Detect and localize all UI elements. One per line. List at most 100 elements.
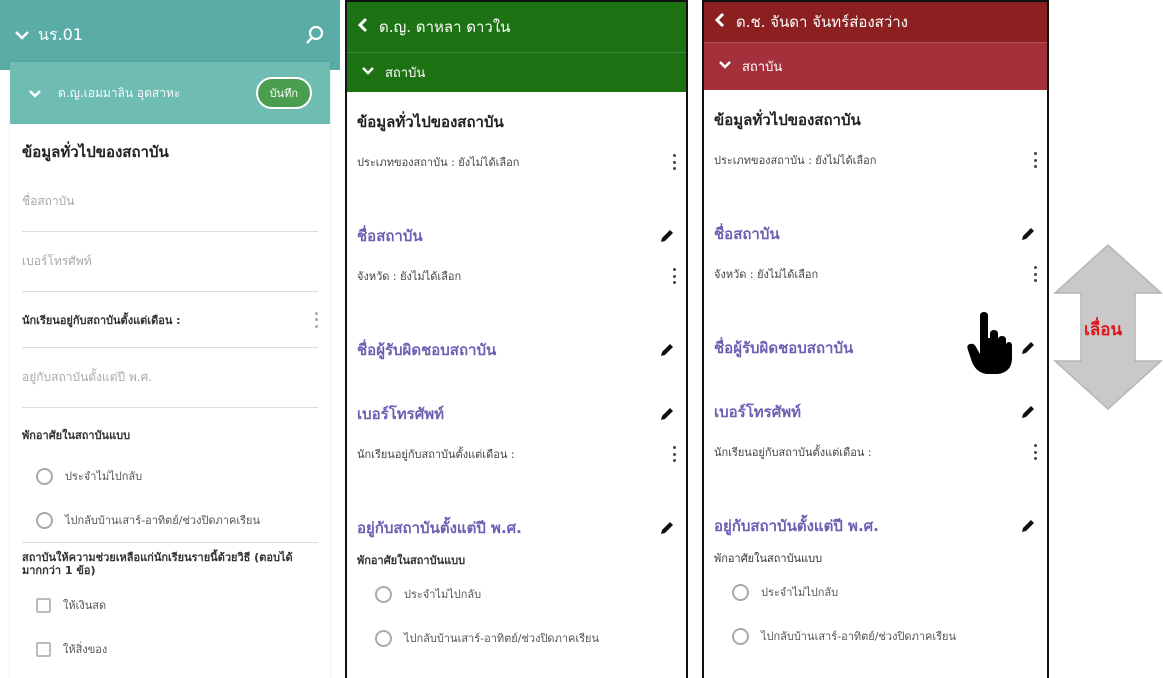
section-subheader[interactable]: สถาบัน <box>347 52 686 92</box>
institution-name-field[interactable]: ชื่อสถาบัน <box>22 172 318 232</box>
app-header: ด.ช. จันดา จันทร์ส่องสว่าง <box>704 2 1047 42</box>
app-header: ด.ญ. ดาหลา ดาวใน <box>347 2 686 52</box>
radio-icon[interactable] <box>375 629 392 647</box>
support-label: สถาบันให้ความช่วยเหลือแก่นักเรียนรายนี้ด… <box>22 542 318 583</box>
boarding-option-label: ประจำไม่ไปกลับ <box>761 586 839 599</box>
back-arrow-icon[interactable] <box>714 12 726 32</box>
institution-type-label: ประเภทของสถาบัน : ยังไม่ได้เลือก <box>714 154 877 167</box>
boarding-option-label: ไปกลับบ้านเสาร์-อาทิตย์/ช่วงปิดภาคเรียน <box>65 514 260 527</box>
support-option-1[interactable]: ให้เงินสด <box>22 583 318 627</box>
checkbox-icon[interactable] <box>36 641 51 657</box>
screen-2: ด.ญ. ดาหลา ดาวใน สถาบัน ข้อมูลทั่วไปของส… <box>345 0 688 678</box>
stay-year-label: อยู่กับสถาบันตั้งแต่ปี พ.ศ. <box>714 517 879 535</box>
edit-pencil-icon[interactable] <box>658 405 676 423</box>
institution-type-label: ประเภทของสถาบัน : ยังไม่ได้เลือก <box>357 156 520 169</box>
more-options-icon[interactable] <box>672 446 676 462</box>
header-title: นร.01 <box>38 24 83 44</box>
boarding-label: พักอาศัยในสถาบันแบบ <box>22 429 131 442</box>
more-options-icon[interactable] <box>1033 152 1037 168</box>
section-title: ข้อมูลทั่วไปของสถาบัน <box>714 111 861 129</box>
phone-field[interactable]: เบอร์โทรศัพท์ <box>22 232 318 292</box>
subheader-title: สถาบัน <box>385 66 426 81</box>
section-title: ข้อมูลทั่วไปของสถาบัน <box>22 143 169 161</box>
header-title: ด.ญ. ดาหลา ดาวใน <box>379 18 511 36</box>
screen-1: นร.01 ด.ญ.เอมมาลิน อุตสาหะ บันทึก ข้อมูล… <box>0 0 340 678</box>
radio-icon[interactable] <box>732 627 749 645</box>
boarding-option-1[interactable]: ประจำไม่ไปกลับ <box>714 570 1037 614</box>
more-options-icon[interactable] <box>672 154 676 170</box>
boarding-option-2[interactable]: ไปกลับบ้านเสาร์-อาทิตย์/ช่วงปิดภาคเรียน <box>357 616 676 660</box>
radio-icon[interactable] <box>36 511 53 529</box>
search-icon[interactable] <box>304 24 326 46</box>
province-label: จังหวัด : ยังไม่ได้เลือก <box>714 268 819 281</box>
back-arrow-icon[interactable] <box>357 17 369 37</box>
radio-icon[interactable] <box>375 585 392 603</box>
student-subheader: ด.ญ.เอมมาลิน อุตสาหะ บันทึก <box>10 62 330 124</box>
edit-pencil-icon[interactable] <box>1019 339 1037 357</box>
edit-pencil-icon[interactable] <box>658 227 676 245</box>
save-button[interactable]: บันทึก <box>255 77 312 109</box>
support-option-2[interactable]: ให้สิ่งของ <box>22 627 318 671</box>
phone-label: เบอร์โทรศัพท์ <box>357 405 445 423</box>
edit-pencil-icon[interactable] <box>1019 517 1037 535</box>
boarding-option-2[interactable]: ไปกลับบ้านเสาร์-อาทิตย์/ช่วงปิดภาคเรียน <box>714 614 1037 658</box>
header-title: ด.ช. จันดา จันทร์ส่องสว่าง <box>736 13 909 31</box>
institution-name-label: ชื่อสถาบัน <box>357 227 423 245</box>
radio-icon[interactable] <box>732 583 749 601</box>
institution-name-row[interactable]: ชื่อสถาบัน <box>714 214 1037 254</box>
boarding-option-label: ประจำไม่ไปกลับ <box>65 470 143 483</box>
stay-year-label: อยู่กับสถาบันตั้งแต่ปี พ.ศ. <box>357 519 522 537</box>
province-row[interactable]: จังหวัด : ยังไม่ได้เลือก <box>357 256 676 296</box>
stay-month-label: นักเรียนอยู่กับสถาบันตั้งแต่เดือน : <box>714 446 872 459</box>
stay-month-row[interactable]: นักเรียนอยู่กับสถาบันตั้งแต่เดือน : <box>714 432 1037 472</box>
more-options-icon[interactable] <box>1033 266 1037 282</box>
chevron-down-icon[interactable] <box>28 84 42 103</box>
province-label: จังหวัด : ยังไม่ได้เลือก <box>357 270 462 283</box>
edit-pencil-icon[interactable] <box>658 519 676 537</box>
stay-month-row[interactable]: นักเรียนอยู่กับสถาบันตั้งแต่เดือน : <box>22 292 318 348</box>
edit-pencil-icon[interactable] <box>658 341 676 359</box>
phone-row[interactable]: เบอร์โทรศัพท์ <box>357 394 676 434</box>
stay-month-label: นักเรียนอยู่กับสถาบันตั้งแต่เดือน : <box>22 313 181 327</box>
pointing-hand-icon <box>966 310 1014 376</box>
chevron-down-icon[interactable] <box>361 65 375 80</box>
boarding-option-2[interactable]: ไปกลับบ้านเสาร์-อาทิตย์/ช่วงปิดภาคเรียน <box>22 498 318 542</box>
institution-type-row[interactable]: ประเภทของสถาบัน : ยังไม่ได้เลือก <box>714 140 1037 180</box>
more-options-icon[interactable] <box>672 268 676 284</box>
edit-pencil-icon[interactable] <box>1019 225 1037 243</box>
phone-label: เบอร์โทรศัพท์ <box>714 403 802 421</box>
checkbox-icon[interactable] <box>36 597 51 613</box>
more-options-icon[interactable] <box>1033 444 1037 460</box>
chevron-down-icon[interactable] <box>14 26 30 45</box>
stay-year-row[interactable]: อยู่กับสถาบันตั้งแต่ปี พ.ศ. <box>357 508 676 548</box>
boarding-label: พักอาศัยในสถาบันแบบ <box>714 552 823 565</box>
stay-month-row[interactable]: นักเรียนอยู่กับสถาบันตั้งแต่เดือน : <box>357 434 676 474</box>
stay-month-label: นักเรียนอยู่กับสถาบันตั้งแต่เดือน : <box>357 448 515 461</box>
institution-type-row[interactable]: ประเภทของสถาบัน : ยังไม่ได้เลือก <box>357 142 676 182</box>
support-option-label: ให้เงินสด <box>63 599 107 612</box>
province-row[interactable]: จังหวัด : ยังไม่ได้เลือก <box>714 254 1037 294</box>
more-options-icon[interactable] <box>314 311 318 328</box>
responsible-person-row[interactable]: ชื่อผู้รับผิดชอบสถาบัน <box>357 330 676 370</box>
phone-row[interactable]: เบอร์โทรศัพท์ <box>714 392 1037 432</box>
support-option-label: ให้สิ่งของ <box>63 643 108 656</box>
boarding-option-label: ประจำไม่ไปกลับ <box>404 588 482 601</box>
app-header: นร.01 <box>0 0 340 70</box>
scroll-hint-label: เลื่อน <box>1084 320 1123 340</box>
stay-year-field[interactable]: อยู่กับสถาบันตั้งแต่ปี พ.ศ. <box>22 348 318 408</box>
responsible-person-label: ชื่อผู้รับผิดชอบสถาบัน <box>357 341 497 359</box>
boarding-option-label: ไปกลับบ้านเสาร์-อาทิตย์/ช่วงปิดภาคเรียน <box>761 630 956 643</box>
institution-name-row[interactable]: ชื่อสถาบัน <box>357 216 676 256</box>
boarding-option-1[interactable]: ประจำไม่ไปกลับ <box>357 572 676 616</box>
section-subheader[interactable]: สถาบัน <box>704 42 1047 90</box>
boarding-option-1[interactable]: ประจำไม่ไปกลับ <box>22 454 318 498</box>
edit-pencil-icon[interactable] <box>1019 403 1037 421</box>
section-title: ข้อมูลทั่วไปของสถาบัน <box>357 113 504 131</box>
stay-year-row[interactable]: อยู่กับสถาบันตั้งแต่ปี พ.ศ. <box>714 506 1037 546</box>
subheader-title: สถาบัน <box>742 60 783 75</box>
student-name: ด.ญ.เอมมาลิน อุตสาหะ <box>58 85 181 100</box>
institution-name-label: ชื่อสถาบัน <box>714 225 780 243</box>
radio-icon[interactable] <box>36 467 53 485</box>
chevron-down-icon[interactable] <box>718 59 732 74</box>
boarding-option-label: ไปกลับบ้านเสาร์-อาทิตย์/ช่วงปิดภาคเรียน <box>404 632 599 645</box>
